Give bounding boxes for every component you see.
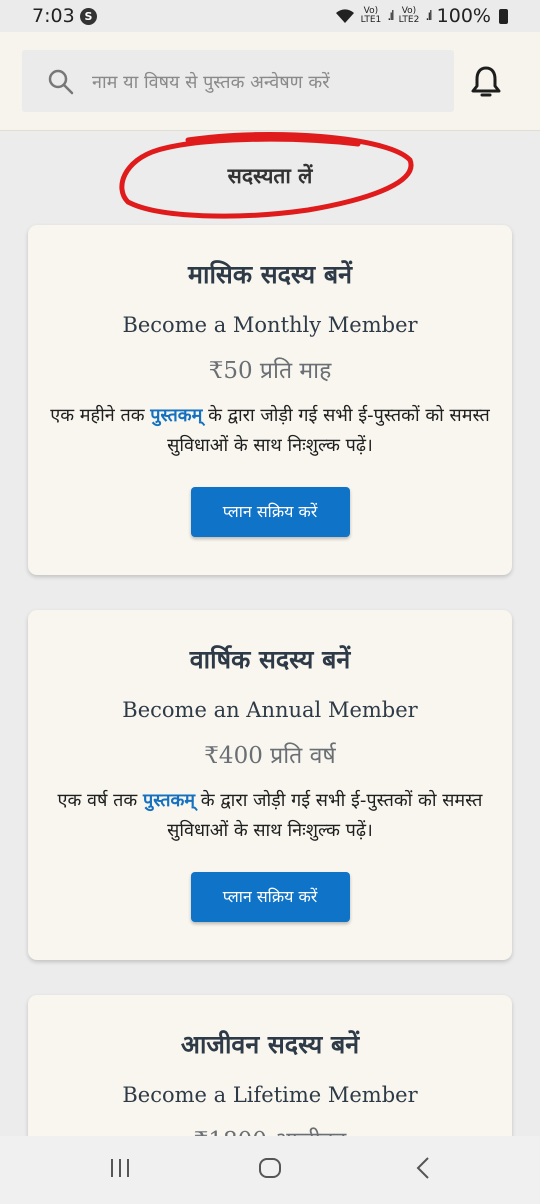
recent-apps-icon[interactable] — [108, 1156, 132, 1180]
back-icon[interactable] — [412, 1156, 436, 1180]
plan-description: एक वर्ष तक पुस्तकम् के द्वारा जोड़ी गई स… — [50, 786, 490, 846]
plan-price: ₹50 प्रति माह — [208, 358, 332, 384]
plan-title-hindi: मासिक सदस्य बनें — [188, 260, 352, 289]
desc-text: के द्वारा जोड़ी गई सभी ई-पुस्तकों को समस… — [167, 790, 483, 841]
activate-plan-button[interactable]: प्लान सक्रिय करें — [190, 487, 350, 537]
wifi-icon — [335, 9, 354, 23]
activate-plan-button[interactable]: प्लान सक्रिय करें — [190, 872, 350, 922]
brand-link[interactable]: पुस्तकम् — [143, 790, 195, 811]
signal1-icon: .ıl — [387, 8, 395, 24]
status-icons: Vo) LTE1 .ıl Vo) LTE2 .ıl 100% — [335, 5, 508, 27]
plan-card-monthly: मासिक सदस्य बनें Become a Monthly Member… — [28, 225, 512, 575]
search-icon — [48, 69, 74, 95]
plan-title-english: Become a Lifetime Member — [122, 1083, 418, 1107]
clock: 7:03 — [32, 5, 75, 27]
signal2-icon: .ıl — [425, 8, 433, 24]
search-input[interactable] — [90, 62, 444, 102]
plan-title-english: Become a Monthly Member — [122, 313, 418, 337]
sim2-label: Vo) LTE2 — [398, 6, 420, 25]
plan-card-annual: वार्षिक सदस्य बनें Become an Annual Memb… — [28, 610, 512, 960]
app-notification-icon: S — [80, 8, 97, 25]
battery-percent: 100% — [436, 5, 491, 27]
plan-title-hindi: आजीवन सदस्य बनें — [180, 1030, 360, 1059]
plan-title-hindi: वार्षिक सदस्य बनें — [189, 645, 351, 674]
status-bar: 7:03 S Vo) LTE1 .ıl Vo) LTE2 .ıl 100% — [0, 0, 540, 32]
bell-icon[interactable] — [468, 64, 504, 100]
header — [0, 32, 540, 131]
brand-link[interactable]: पुस्तकम् — [150, 405, 202, 426]
plan-description: एक महीने तक पुस्तकम् के द्वारा जोड़ी गई … — [50, 401, 490, 461]
plan-price: ₹400 प्रति वर्ष — [204, 743, 336, 769]
search-bar[interactable] — [22, 50, 454, 112]
desc-text: के द्वारा जोड़ी गई सभी ई-पुस्तकों को समस… — [167, 405, 490, 456]
system-navigation-bar — [0, 1136, 540, 1204]
plan-title-english: Become an Annual Member — [122, 698, 418, 722]
desc-text: एक महीने तक — [50, 405, 151, 426]
page-title: सदस्यता लें — [227, 163, 313, 188]
home-icon[interactable] — [258, 1156, 282, 1180]
battery-icon — [499, 8, 508, 24]
desc-text: एक वर्ष तक — [57, 790, 143, 811]
sim1-label: Vo) LTE1 — [360, 6, 382, 25]
